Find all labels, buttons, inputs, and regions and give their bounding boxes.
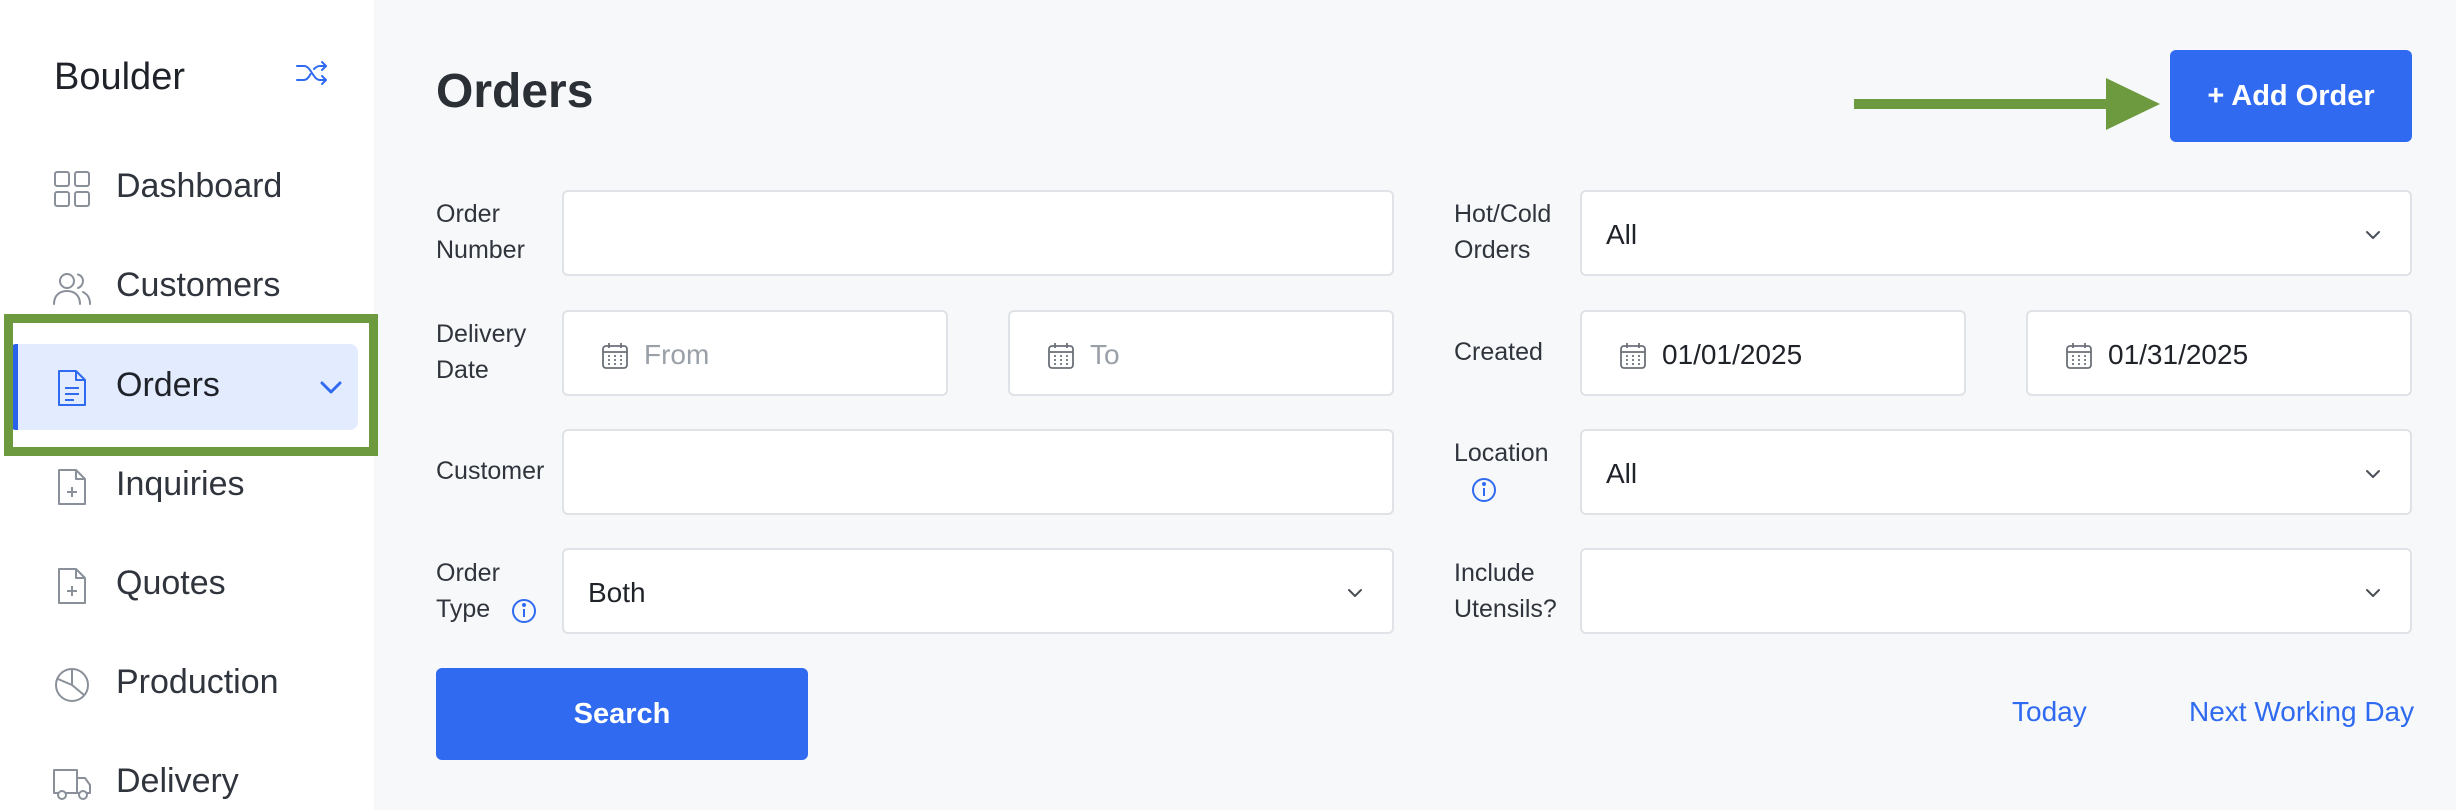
chevron-down-icon xyxy=(2366,231,2380,239)
brand-name: Boulder xyxy=(54,56,185,98)
label-line: Number xyxy=(436,236,525,264)
sidebar-item-label: Inquiries xyxy=(116,465,245,503)
hot-cold-value: All xyxy=(1606,219,1638,250)
sidebar-item-label: Delivery xyxy=(116,762,239,800)
chevron-down-icon xyxy=(1348,589,1362,597)
annotation-arrow-icon xyxy=(1854,78,2160,130)
calendar-icon xyxy=(1620,343,1646,369)
label-line: Delivery xyxy=(436,320,527,348)
today-link[interactable]: Today xyxy=(2012,696,2087,728)
sidebar-item-quotes[interactable]: Quotes xyxy=(0,542,374,628)
location-select[interactable]: All xyxy=(1580,429,2412,515)
search-button[interactable]: Search xyxy=(436,668,808,760)
sidebar-item-delivery[interactable]: Delivery xyxy=(0,740,374,810)
calendar-icon xyxy=(2066,343,2092,369)
label-line: Hot/Cold xyxy=(1454,200,1552,228)
users-icon xyxy=(53,273,91,305)
label-line: Order xyxy=(436,200,500,228)
sidebar-item-label: Quotes xyxy=(116,564,226,602)
delivery-date-from-input[interactable]: From xyxy=(562,310,948,396)
sidebar-item-label: Production xyxy=(116,663,279,701)
chevron-down-icon xyxy=(2366,470,2380,478)
delivery-date-from-placeholder: From xyxy=(644,339,710,370)
order-type-value: Both xyxy=(588,577,646,608)
order-number-input[interactable] xyxy=(562,190,1394,276)
shuffle-icon[interactable] xyxy=(295,58,329,88)
location-value: All xyxy=(1606,458,1638,489)
utensils-label: Include Utensils? xyxy=(1454,555,1557,627)
file-plus-icon xyxy=(58,469,86,505)
order-type-select[interactable]: Both xyxy=(562,548,1394,634)
truck-icon xyxy=(53,769,91,800)
sidebar-item-dashboard[interactable]: Dashboard xyxy=(0,145,374,231)
created-to-value: 01/31/2025 xyxy=(2108,339,2249,370)
calendar-icon xyxy=(602,343,628,369)
label-line: Order xyxy=(436,559,500,587)
order-number-label: Order Number xyxy=(436,196,525,268)
delivery-date-to-placeholder: To xyxy=(1090,339,1120,370)
sidebar-item-label: Dashboard xyxy=(116,167,283,205)
calendar-icon xyxy=(1048,343,1074,369)
sidebar-item-production[interactable]: Production xyxy=(0,641,374,727)
location-label: Location xyxy=(1454,439,1549,467)
created-from-value: 01/01/2025 xyxy=(1662,339,1803,370)
hot-cold-label: Hot/Cold Orders xyxy=(1454,196,1551,268)
delivery-date-label: Delivery Date xyxy=(436,316,526,388)
sidebar-item-label: Customers xyxy=(116,266,281,304)
label-line: Include xyxy=(1454,559,1535,587)
sidebar: Boulder Dashboard Customers Orders Inqui… xyxy=(0,0,378,810)
main-content: Orders + Add Order Order Number Delivery… xyxy=(374,0,2456,810)
pie-chart-icon xyxy=(55,668,89,702)
label-line: Utensils? xyxy=(1454,595,1557,623)
created-from-input[interactable]: 01/01/2025 xyxy=(1580,310,1966,396)
file-plus-icon xyxy=(58,568,86,604)
info-icon[interactable] xyxy=(1470,476,1498,504)
created-to-input[interactable]: 01/31/2025 xyxy=(2026,310,2412,396)
hot-cold-select[interactable]: All xyxy=(1580,190,2412,276)
delivery-date-to-input[interactable]: To xyxy=(1008,310,1394,396)
label-line: Date xyxy=(436,356,489,384)
created-label: Created xyxy=(1454,338,1543,366)
customer-label: Customer xyxy=(436,457,545,485)
info-icon[interactable] xyxy=(510,597,538,625)
page-title: Orders xyxy=(436,65,594,118)
grid-icon xyxy=(54,171,90,207)
customer-input[interactable] xyxy=(562,429,1394,515)
chevron-down-icon xyxy=(2366,589,2380,597)
label-line: Type xyxy=(436,595,491,623)
next-working-day-link[interactable]: Next Working Day xyxy=(2189,696,2414,728)
annotation-highlight-box xyxy=(4,314,378,456)
order-type-label: Order Type xyxy=(436,555,500,627)
utensils-select[interactable] xyxy=(1580,548,2412,634)
add-order-button[interactable]: + Add Order xyxy=(2170,50,2412,142)
label-line: Orders xyxy=(1454,236,1531,264)
